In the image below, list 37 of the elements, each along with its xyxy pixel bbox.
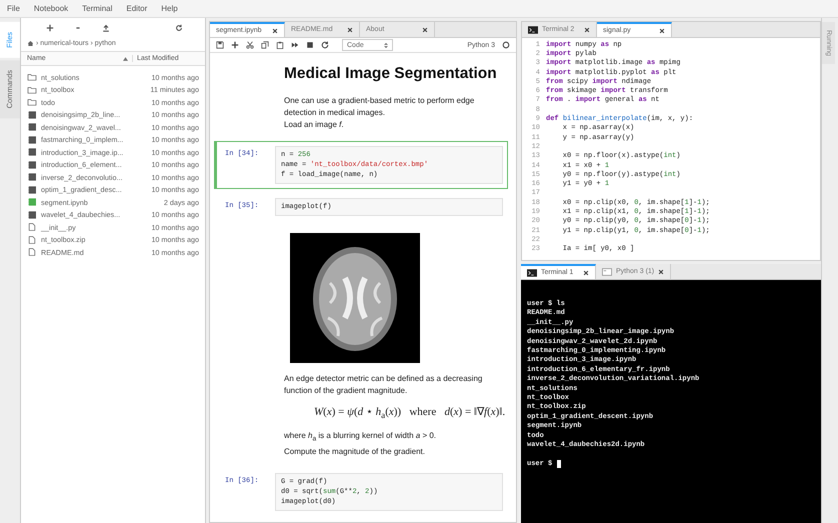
terminal-icon	[527, 268, 537, 276]
markdown-text: Compute the magnitude of the gradient.	[284, 446, 426, 458]
terminal-cursor	[557, 460, 562, 468]
console-icon	[602, 268, 612, 276]
stop-icon[interactable]	[306, 41, 314, 49]
menu-item[interactable]: Help	[161, 4, 178, 13]
sort-caret-icon	[123, 56, 128, 60]
menu-item[interactable]: Terminal	[82, 4, 112, 13]
plus-icon[interactable]	[46, 24, 54, 32]
math-formula: W(x) = ψ(d ⋆ h$_{a}$(x)) where d(x) = ‖∇f(x)‖.	[314, 405, 506, 422]
updown-caret-icon	[384, 42, 388, 48]
markdown-text: Load an image f.	[284, 119, 345, 131]
upload-icon[interactable]	[102, 24, 110, 32]
close-icon[interactable]	[422, 26, 428, 32]
close-icon[interactable]	[583, 270, 589, 276]
menu-item[interactable]: File	[7, 4, 20, 13]
refresh-icon[interactable]	[175, 24, 183, 32]
paste-icon[interactable]	[276, 41, 284, 49]
close-icon[interactable]	[658, 268, 664, 274]
terminal-icon	[528, 26, 538, 34]
menu-item[interactable]: Editor	[126, 4, 148, 13]
markdown-text: where h$_{a}$ is a blurring kernel of width a > 0.	[284, 430, 438, 445]
copy-icon[interactable]	[261, 41, 269, 49]
notebook-heading: Medical Image Segmentation	[284, 65, 498, 83]
close-icon[interactable]	[272, 28, 278, 34]
markdown-text: An edge detector metric can be defined as a decreasing function of the gradient magnitude.	[284, 373, 484, 397]
close-icon[interactable]	[659, 28, 665, 34]
close-icon[interactable]	[347, 26, 353, 32]
menu-item[interactable]: Notebook	[34, 4, 68, 13]
close-icon[interactable]	[584, 26, 590, 32]
fast-forward-icon[interactable]	[291, 41, 299, 49]
cut-icon[interactable]	[246, 41, 254, 49]
home-icon[interactable]	[27, 40, 34, 47]
restart-icon[interactable]	[321, 41, 329, 49]
plus-icon[interactable]	[231, 41, 239, 49]
save-icon[interactable]	[216, 41, 224, 49]
markdown-text: One can use a gradient-based metric to perform edge detection in medical images.	[284, 95, 476, 119]
